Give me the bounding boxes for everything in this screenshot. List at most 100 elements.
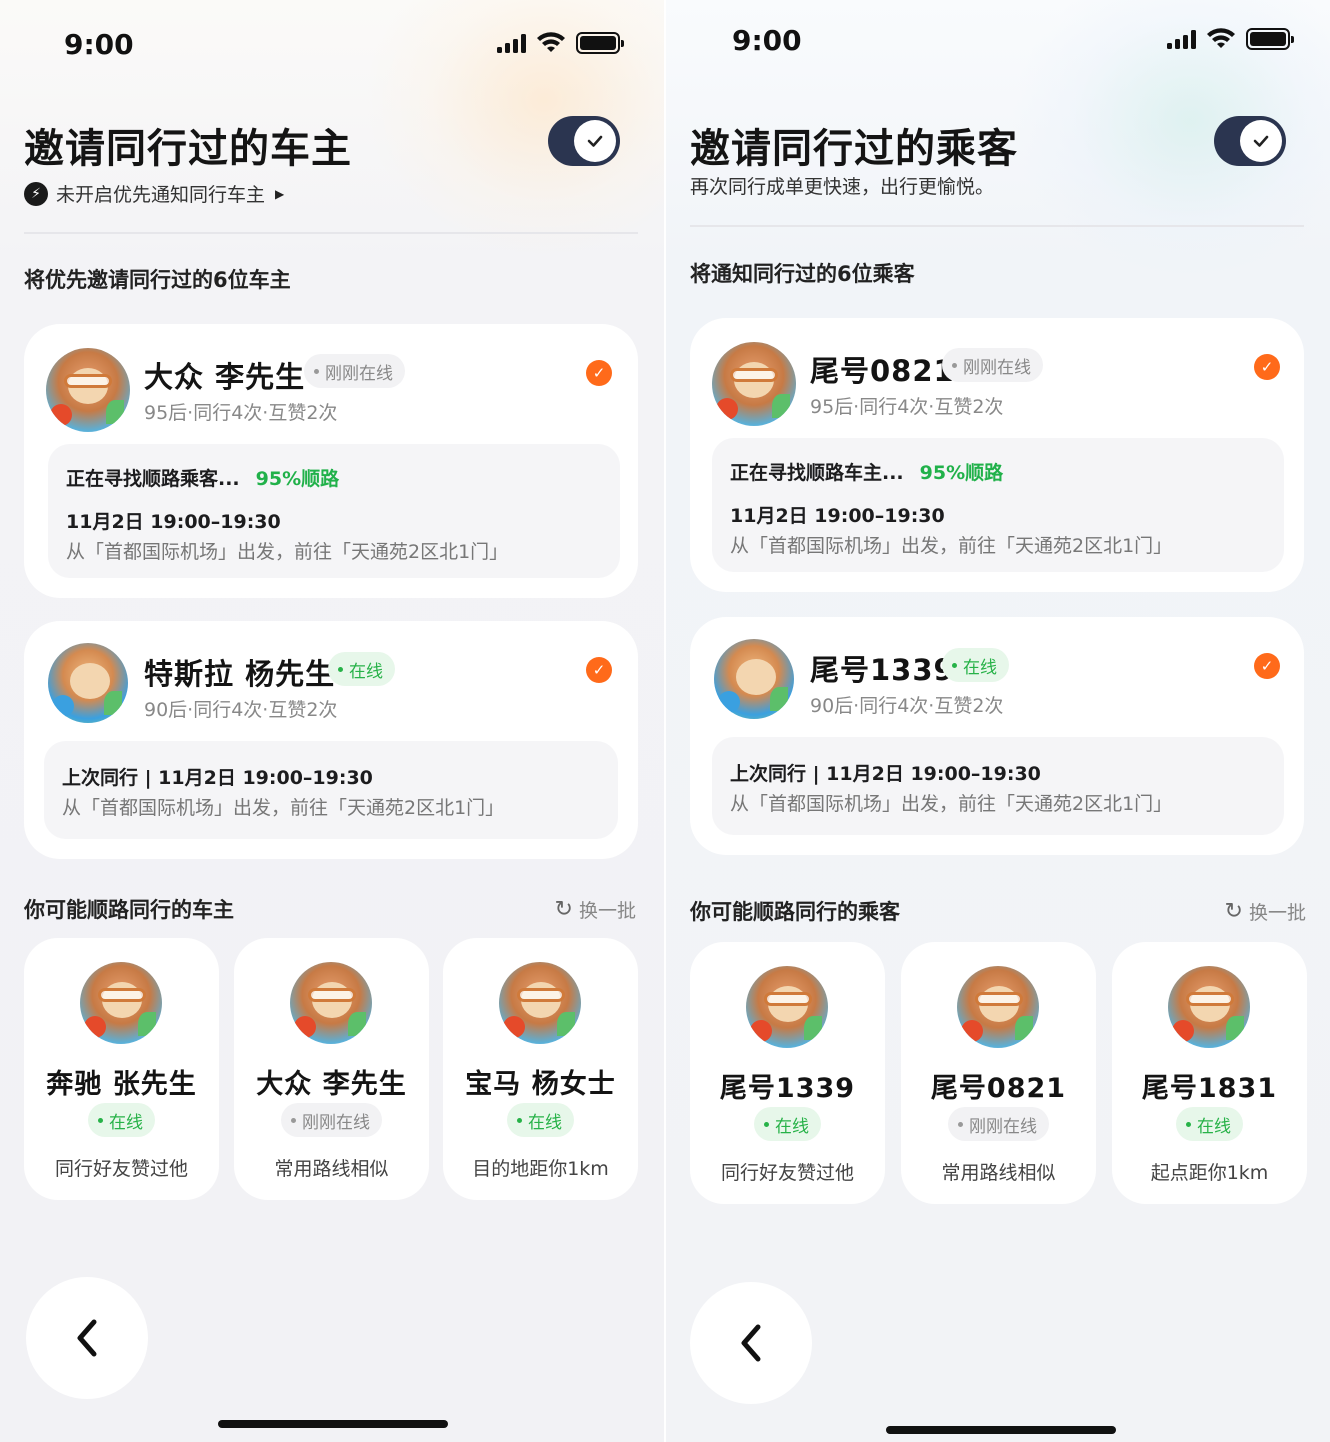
suggest-title: 你可能顺路同行的乘客 (690, 900, 900, 924)
check-icon[interactable]: ✓ (586, 657, 612, 683)
divider (24, 232, 638, 234)
status-badge: 刚刚在线 (948, 1107, 1049, 1141)
status-bar-icons (1167, 28, 1294, 50)
avatar (1168, 966, 1250, 1048)
suggestion-reason: 同行好友赞过他 (720, 1162, 854, 1184)
page-title: 邀请同行过的乘客 (690, 126, 1018, 172)
passenger-meta: 95后·同行4次·互赞2次 (810, 396, 1004, 418)
invite-toggle[interactable] (1214, 116, 1286, 166)
suggestion-card[interactable]: 奔驰 张先生 在线 同行好友赞过他 (24, 938, 219, 1200)
home-indicator[interactable] (218, 1420, 448, 1428)
avatar (290, 962, 372, 1044)
check-icon[interactable]: ✓ (1254, 653, 1280, 679)
avatar (48, 643, 128, 723)
trip-info: 上次同行 | 11月2日 19:00–19:30 从「首都国际机场」出发，前往「… (44, 741, 618, 839)
driver-card[interactable]: 特斯拉 杨先生 在线 90后·同行4次·互赞2次 ✓ 上次同行 | 11月2日 … (24, 621, 638, 859)
invite-toggle[interactable] (548, 116, 620, 166)
suggestion-card[interactable]: 大众 李先生 刚刚在线 常用路线相似 (234, 938, 429, 1200)
passenger-card[interactable]: 尾号0821 刚刚在线 95后·同行4次·互赞2次 ✓ 正在寻找顺路车主... 9… (690, 318, 1304, 592)
suggest-title: 你可能顺路同行的车主 (24, 898, 234, 922)
trip-time: 上次同行 | 11月2日 19:00–19:30 (62, 767, 373, 789)
status-badge: 在线 (942, 648, 1009, 682)
driver-meta: 90后·同行4次·互赞2次 (144, 699, 338, 721)
status-time: 9:00 (732, 24, 802, 57)
passenger-invite-screen: 9:00 邀请同行过的乘客 再次同行成单更快速，出行更愉悦。 将通知同行过的6位… (666, 0, 1330, 1442)
subtitle: 再次同行成单更快速，出行更愉悦。 (690, 172, 994, 199)
back-button[interactable] (26, 1277, 148, 1399)
suggestion-name: 奔驰 张先生 (46, 1069, 197, 1100)
trip-route: 从「首都国际机场」出发，前往「天通苑2区北1门」 (66, 541, 509, 563)
triangle-right-icon: ▶ (275, 186, 285, 201)
check-icon[interactable]: ✓ (1254, 354, 1280, 380)
suggestion-name: 大众 李先生 (256, 1069, 407, 1100)
refresh-icon: ↻ (554, 897, 573, 922)
suggestion-card[interactable]: 宝马 杨女士 在线 目的地距你1km (443, 938, 638, 1200)
status-bar-icons (497, 32, 624, 54)
chevron-left-icon (741, 1324, 761, 1362)
chevron-left-icon (77, 1319, 97, 1357)
trip-route: 从「首都国际机场」出发，前往「天通苑2区北1门」 (730, 793, 1173, 815)
trip-info: 上次同行 | 11月2日 19:00–19:30 从「首都国际机场」出发，前往「… (712, 737, 1284, 835)
refresh-button[interactable]: ↻ 换一批 (555, 896, 636, 923)
priority-notify-link[interactable]: ⚡ 未开启优先通知同行车主 ▶ (24, 180, 284, 207)
subtitle-text: 未开启优先通知同行车主 (56, 184, 266, 206)
suggestion-card[interactable]: 尾号1339 在线 同行好友赞过他 (690, 942, 885, 1204)
avatar (46, 348, 130, 432)
suggestion-name: 尾号1339 (719, 1073, 856, 1104)
wifi-icon (537, 32, 565, 52)
suggestion-reason: 起点距你1km (1150, 1162, 1269, 1184)
trip-info: 正在寻找顺路乘客... 95%顺路 11月2日 19:00–19:30 从「首都国… (48, 444, 620, 578)
signal-icon (1167, 29, 1196, 49)
avatar (499, 962, 581, 1044)
wifi-icon (1207, 28, 1235, 48)
status-badge: 在线 (754, 1107, 821, 1141)
check-icon (1240, 120, 1282, 162)
passenger-name: 尾号0821 (810, 354, 955, 388)
trip-route: 从「首都国际机场」出发，前往「天通苑2区北1门」 (730, 535, 1173, 557)
avatar (714, 639, 794, 719)
avatar (957, 966, 1039, 1048)
signal-icon (497, 33, 526, 53)
status-badge: 刚刚在线 (281, 1103, 382, 1137)
status-badge: 在线 (88, 1103, 155, 1137)
trip-time: 11月2日 19:00–19:30 (66, 511, 281, 533)
battery-icon (576, 32, 624, 54)
suggestion-name: 宝马 杨女士 (465, 1069, 616, 1100)
driver-meta: 95后·同行4次·互赞2次 (144, 402, 338, 424)
passenger-meta: 90后·同行4次·互赞2次 (810, 695, 1004, 717)
driver-invite-screen: 9:00 邀请同行过的车主 ⚡ 未开启优先通知同行车主 ▶ 将优先邀请同行过的6… (0, 0, 664, 1442)
check-icon[interactable]: ✓ (586, 360, 612, 386)
driver-card[interactable]: 大众 李先生 刚刚在线 95后·同行4次·互赞2次 ✓ 正在寻找顺路乘客... 9… (24, 324, 638, 598)
driver-name: 大众 李先生 (144, 360, 306, 394)
refresh-button[interactable]: ↻ 换一批 (1225, 898, 1306, 925)
status-time: 9:00 (64, 28, 134, 61)
status-badge: 刚刚在线 (942, 348, 1043, 382)
avatar (80, 962, 162, 1044)
home-indicator[interactable] (886, 1426, 1116, 1434)
status-badge: 在线 (328, 652, 395, 686)
trip-status: 正在寻找顺路车主... 95%顺路 (730, 462, 1004, 484)
suggestion-reason: 常用路线相似 (274, 1158, 389, 1180)
section-title: 将优先邀请同行过的6位车主 (24, 268, 291, 292)
refresh-icon: ↻ (1224, 899, 1243, 924)
status-badge: 在线 (1176, 1107, 1243, 1141)
avatar (746, 966, 828, 1048)
suggestion-card[interactable]: 尾号0821 刚刚在线 常用路线相似 (901, 942, 1096, 1204)
suggestion-card[interactable]: 尾号1831 在线 起点距你1km (1112, 942, 1307, 1204)
trip-info: 正在寻找顺路车主... 95%顺路 11月2日 19:00–19:30 从「首都国… (712, 438, 1284, 572)
driver-name: 特斯拉 杨先生 (144, 657, 336, 691)
back-button[interactable] (690, 1282, 812, 1404)
passenger-name: 尾号1339 (810, 653, 955, 687)
page-title: 邀请同行过的车主 (24, 126, 352, 172)
status-badge: 刚刚在线 (304, 354, 405, 388)
battery-icon (1246, 28, 1294, 50)
divider (690, 225, 1304, 227)
trip-status: 正在寻找顺路乘客... 95%顺路 (66, 468, 340, 490)
bolt-icon: ⚡ (24, 181, 48, 206)
suggestion-reason: 常用路线相似 (941, 1162, 1056, 1184)
passenger-card[interactable]: 尾号1339 在线 90后·同行4次·互赞2次 ✓ 上次同行 | 11月2日 1… (690, 617, 1304, 855)
trip-time: 11月2日 19:00–19:30 (730, 505, 945, 527)
match-percent: 95%顺路 (919, 462, 1004, 484)
subtitle-text: 再次同行成单更快速，出行更愉悦。 (690, 176, 995, 198)
suggestion-name: 尾号1831 (1141, 1073, 1278, 1104)
